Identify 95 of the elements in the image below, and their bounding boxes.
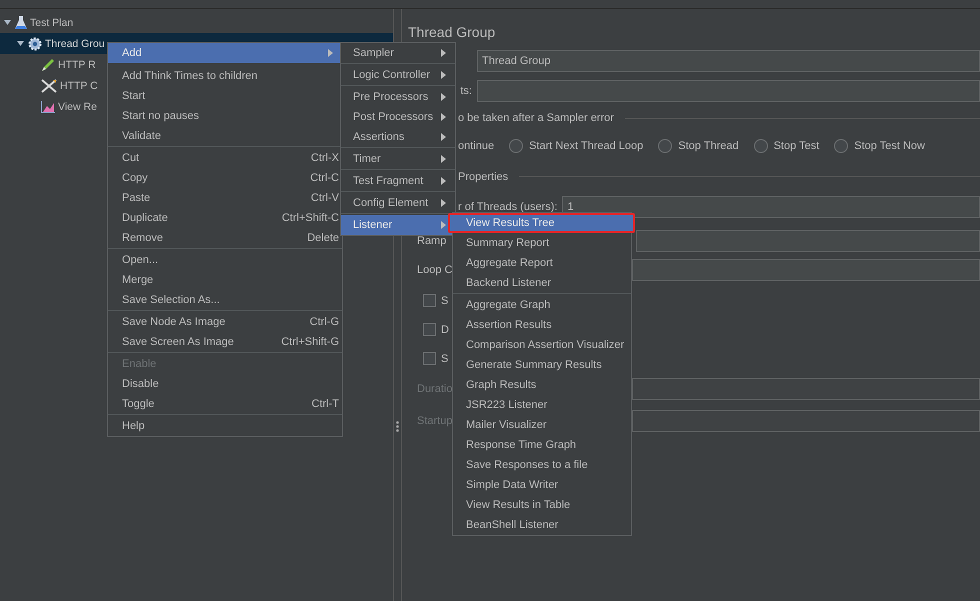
loop-count-field[interactable] (632, 259, 980, 281)
menu-item[interactable]: Toggle Ctrl-T (108, 394, 342, 414)
ramp-up-field[interactable] (636, 230, 980, 252)
flask-icon (15, 16, 27, 30)
field-label: ts: (460, 84, 472, 96)
menu-item[interactable]: Start (108, 86, 342, 106)
menu-item[interactable]: Merge (108, 270, 342, 290)
menu-item[interactable]: Add Think Times to children (108, 66, 342, 86)
radio-button[interactable] (509, 139, 524, 153)
submenu-arrow-icon (328, 49, 333, 57)
submenu-arrow-icon (441, 93, 446, 101)
radio-button[interactable] (754, 139, 768, 153)
menu-item[interactable]: Config Element (341, 193, 455, 213)
checkbox[interactable] (423, 352, 436, 365)
menu-item[interactable]: Timer (341, 149, 455, 169)
menu-item[interactable]: JSR223 Listener (453, 395, 631, 415)
submenu-arrow-icon (441, 71, 446, 79)
menu-item[interactable]: Open... (108, 250, 342, 270)
submenu-arrow-icon (441, 133, 446, 141)
menu-item[interactable]: View Results in Table (453, 495, 631, 515)
menu-item[interactable]: Logic Controller (341, 65, 455, 85)
menu-item[interactable]: Test Fragment (341, 171, 455, 191)
menu-item[interactable]: Duplicate Ctrl+Shift-C (108, 208, 342, 228)
menu-item[interactable]: Assertion Results (453, 315, 631, 335)
radio-label: Stop Thread (678, 140, 739, 152)
menu-item[interactable]: Pre Processors (341, 87, 455, 107)
menu-item[interactable]: Aggregate Graph (453, 295, 631, 315)
menu-item[interactable]: Paste Ctrl-V (108, 188, 342, 208)
menu-item[interactable]: Simple Data Writer (453, 475, 631, 495)
menu-item[interactable]: Save Screen As Image Ctrl+Shift-G (108, 332, 342, 352)
checkbox[interactable] (423, 323, 436, 336)
menu-item[interactable]: BeanShell Listener (453, 515, 631, 535)
group-title: o be taken after a Sampler error (458, 112, 614, 124)
submenu-arrow-icon (441, 155, 446, 163)
submenu-arrow-icon (441, 221, 446, 229)
menu-item[interactable]: Listener (341, 215, 455, 235)
checkbox-label: D (441, 324, 449, 336)
menu-item[interactable]: Generate Summary Results (453, 355, 631, 375)
field-label: r of Threads (users): (458, 201, 558, 213)
checkbox-label: S (441, 294, 448, 306)
tree-item[interactable]: Thread Grou (45, 38, 105, 50)
tree-item[interactable]: View Re (58, 100, 97, 112)
name-field[interactable]: Thread Group (477, 50, 980, 72)
radio-label: Stop Test Now (854, 140, 925, 152)
menu-item[interactable]: View Results Tree (448, 213, 635, 233)
startup-delay-field[interactable] (632, 410, 980, 432)
radio-button[interactable] (834, 139, 848, 153)
expanded-arrow-icon[interactable] (16, 39, 25, 48)
pen-icon (41, 58, 55, 72)
expanded-arrow-icon[interactable] (3, 18, 12, 27)
field-label: Loop C (417, 264, 452, 276)
menu-item[interactable]: Help (108, 416, 342, 436)
menu-item[interactable]: Add (108, 43, 342, 63)
radio-button[interactable] (658, 139, 672, 153)
checkbox-label: S (441, 352, 448, 364)
tools-icon (41, 78, 57, 92)
menu-item[interactable]: Remove Delete (108, 228, 342, 248)
menu-item[interactable]: Post Processors (341, 107, 455, 127)
menu-item[interactable]: Comparison Assertion Visualizer (453, 335, 631, 355)
tree-item[interactable]: Test Plan (30, 16, 74, 28)
menu-item[interactable]: Aggregate Report (453, 253, 631, 273)
menu-item[interactable]: Response Time Graph (453, 435, 631, 455)
duration-field[interactable] (632, 378, 980, 400)
menu-item[interactable]: Start no pauses (108, 106, 342, 126)
menu-item[interactable]: Cut Ctrl-X (108, 148, 342, 168)
radio-label: Start Next Thread Loop (529, 140, 644, 152)
menu-item[interactable]: Summary Report (453, 233, 631, 253)
checkbox[interactable] (423, 294, 436, 307)
tree-item[interactable]: HTTP C (60, 80, 98, 92)
submenu-arrow-icon (441, 113, 446, 121)
radio-label: Stop Test (774, 140, 820, 152)
menu-item[interactable]: Save Selection As... (108, 290, 342, 310)
menu-item[interactable]: Sampler (341, 43, 455, 63)
menu-item[interactable]: Save Node As Image Ctrl-G (108, 312, 342, 332)
submenu-arrow-icon (441, 199, 446, 207)
panel-title: Thread Group (408, 24, 496, 40)
tree-item[interactable]: HTTP R (58, 58, 96, 70)
gear-icon (28, 36, 42, 50)
chart-icon (41, 100, 55, 112)
menu-item[interactable]: Save Responses to a file (453, 455, 631, 475)
group-title: Properties (458, 170, 508, 182)
threads-field[interactable]: 1 (562, 196, 980, 218)
menu-item[interactable]: Copy Ctrl-C (108, 168, 342, 188)
menu-item[interactable]: Backend Listener (453, 273, 631, 293)
split-handle-icon[interactable] (396, 421, 399, 432)
menu-item[interactable]: Disable (108, 374, 342, 394)
menu-item[interactable]: Mailer Visualizer (453, 415, 631, 435)
menu-item[interactable]: Validate (108, 126, 342, 146)
field-label: Ramp (417, 235, 446, 247)
submenu-arrow-icon (441, 49, 446, 57)
submenu-arrow-icon (441, 177, 446, 185)
menu-item[interactable]: Graph Results (453, 375, 631, 395)
comments-field[interactable] (477, 80, 980, 102)
menu-item[interactable]: Assertions (341, 127, 455, 147)
radio-label: ontinue (458, 140, 494, 152)
